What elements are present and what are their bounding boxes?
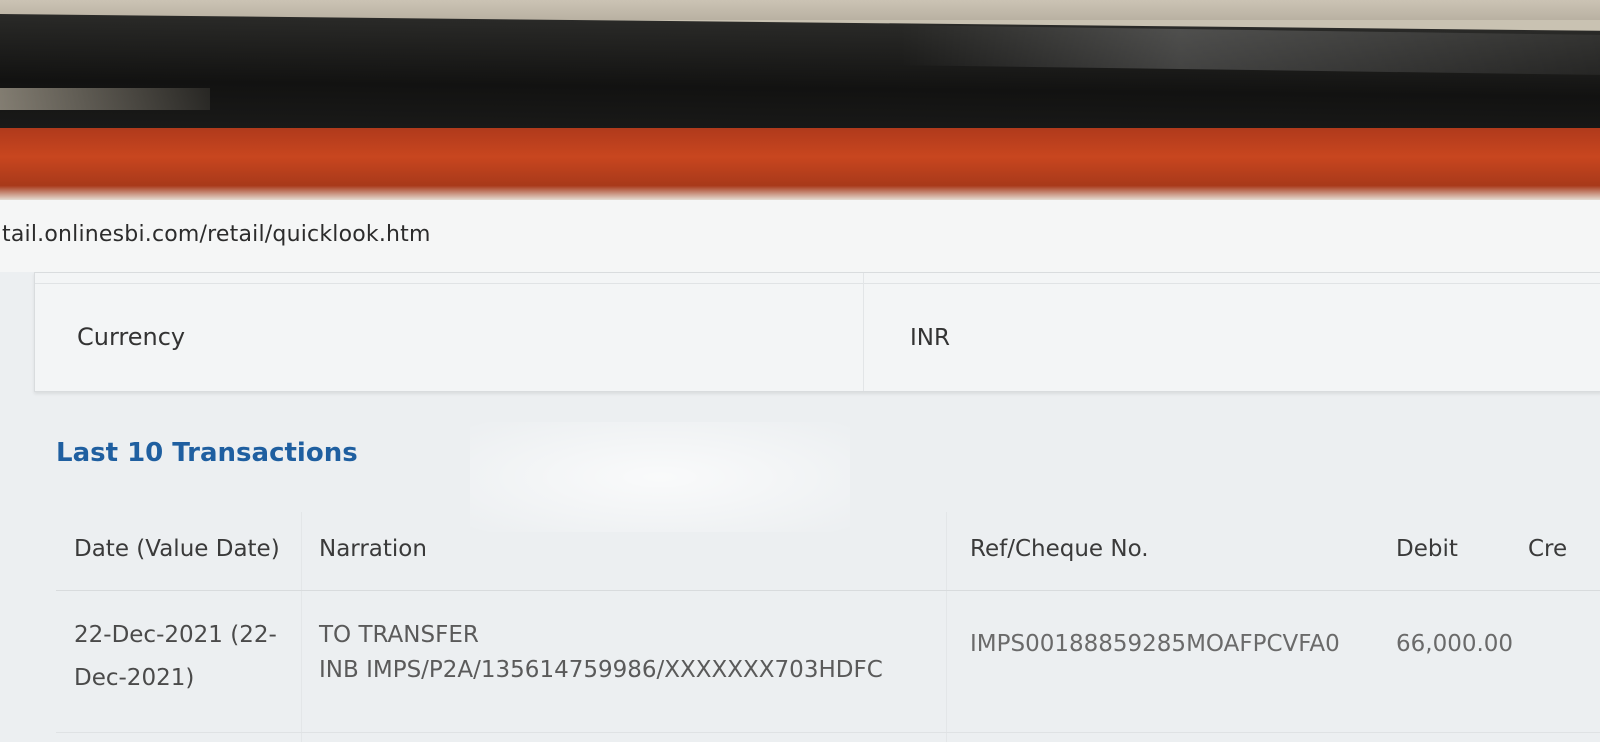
transactions-table: Date (Value Date) Narration Ref/Cheque N… [56,512,1600,742]
row-divider [56,732,1600,733]
row-ref-number: IMPS00188859285MOAFPCVFA0 [970,631,1340,657]
row-narration-line1: TO TRANSFER [319,622,479,648]
account-summary-panel: Currency INR [34,272,1600,392]
summary-row-currency: Currency INR [35,283,1600,389]
browser-tab-bar [0,128,1600,200]
address-bar[interactable]: tail.onlinesbi.com/retail/quicklook.htm [0,200,1600,273]
column-header-credit: Cre [1528,536,1568,562]
row-date-line2: Dec-2021) [74,665,195,691]
section-title: Last 10 Transactions [56,438,358,468]
summary-row-cut [35,267,1600,284]
page-content: Currency INR Last 10 Transactions Date (… [0,272,1600,742]
row-narration-line2: INB IMPS/P2A/135614759986/XXXXXXX703HDFC [319,657,883,683]
url-text[interactable]: tail.onlinesbi.com/retail/quicklook.htm [2,222,431,247]
column-header-date: Date (Value Date) [74,536,280,562]
column-header-ref: Ref/Cheque No. [970,536,1149,562]
summary-divider [863,273,864,391]
row-date-line1: 22-Dec-2021 (22- [74,622,277,648]
currency-value: INR [910,325,950,351]
column-separator [301,512,302,742]
row-debit-amount: 66,000.00 [1396,631,1514,657]
monitor-screen: tail.onlinesbi.com/retail/quicklook.htm … [0,128,1600,742]
header-divider [56,590,1600,591]
column-header-narration: Narration [319,536,427,562]
bezel-glare-left [0,88,210,110]
column-separator [946,512,947,742]
column-header-debit: Debit [1396,536,1458,562]
currency-label: Currency [77,323,186,351]
